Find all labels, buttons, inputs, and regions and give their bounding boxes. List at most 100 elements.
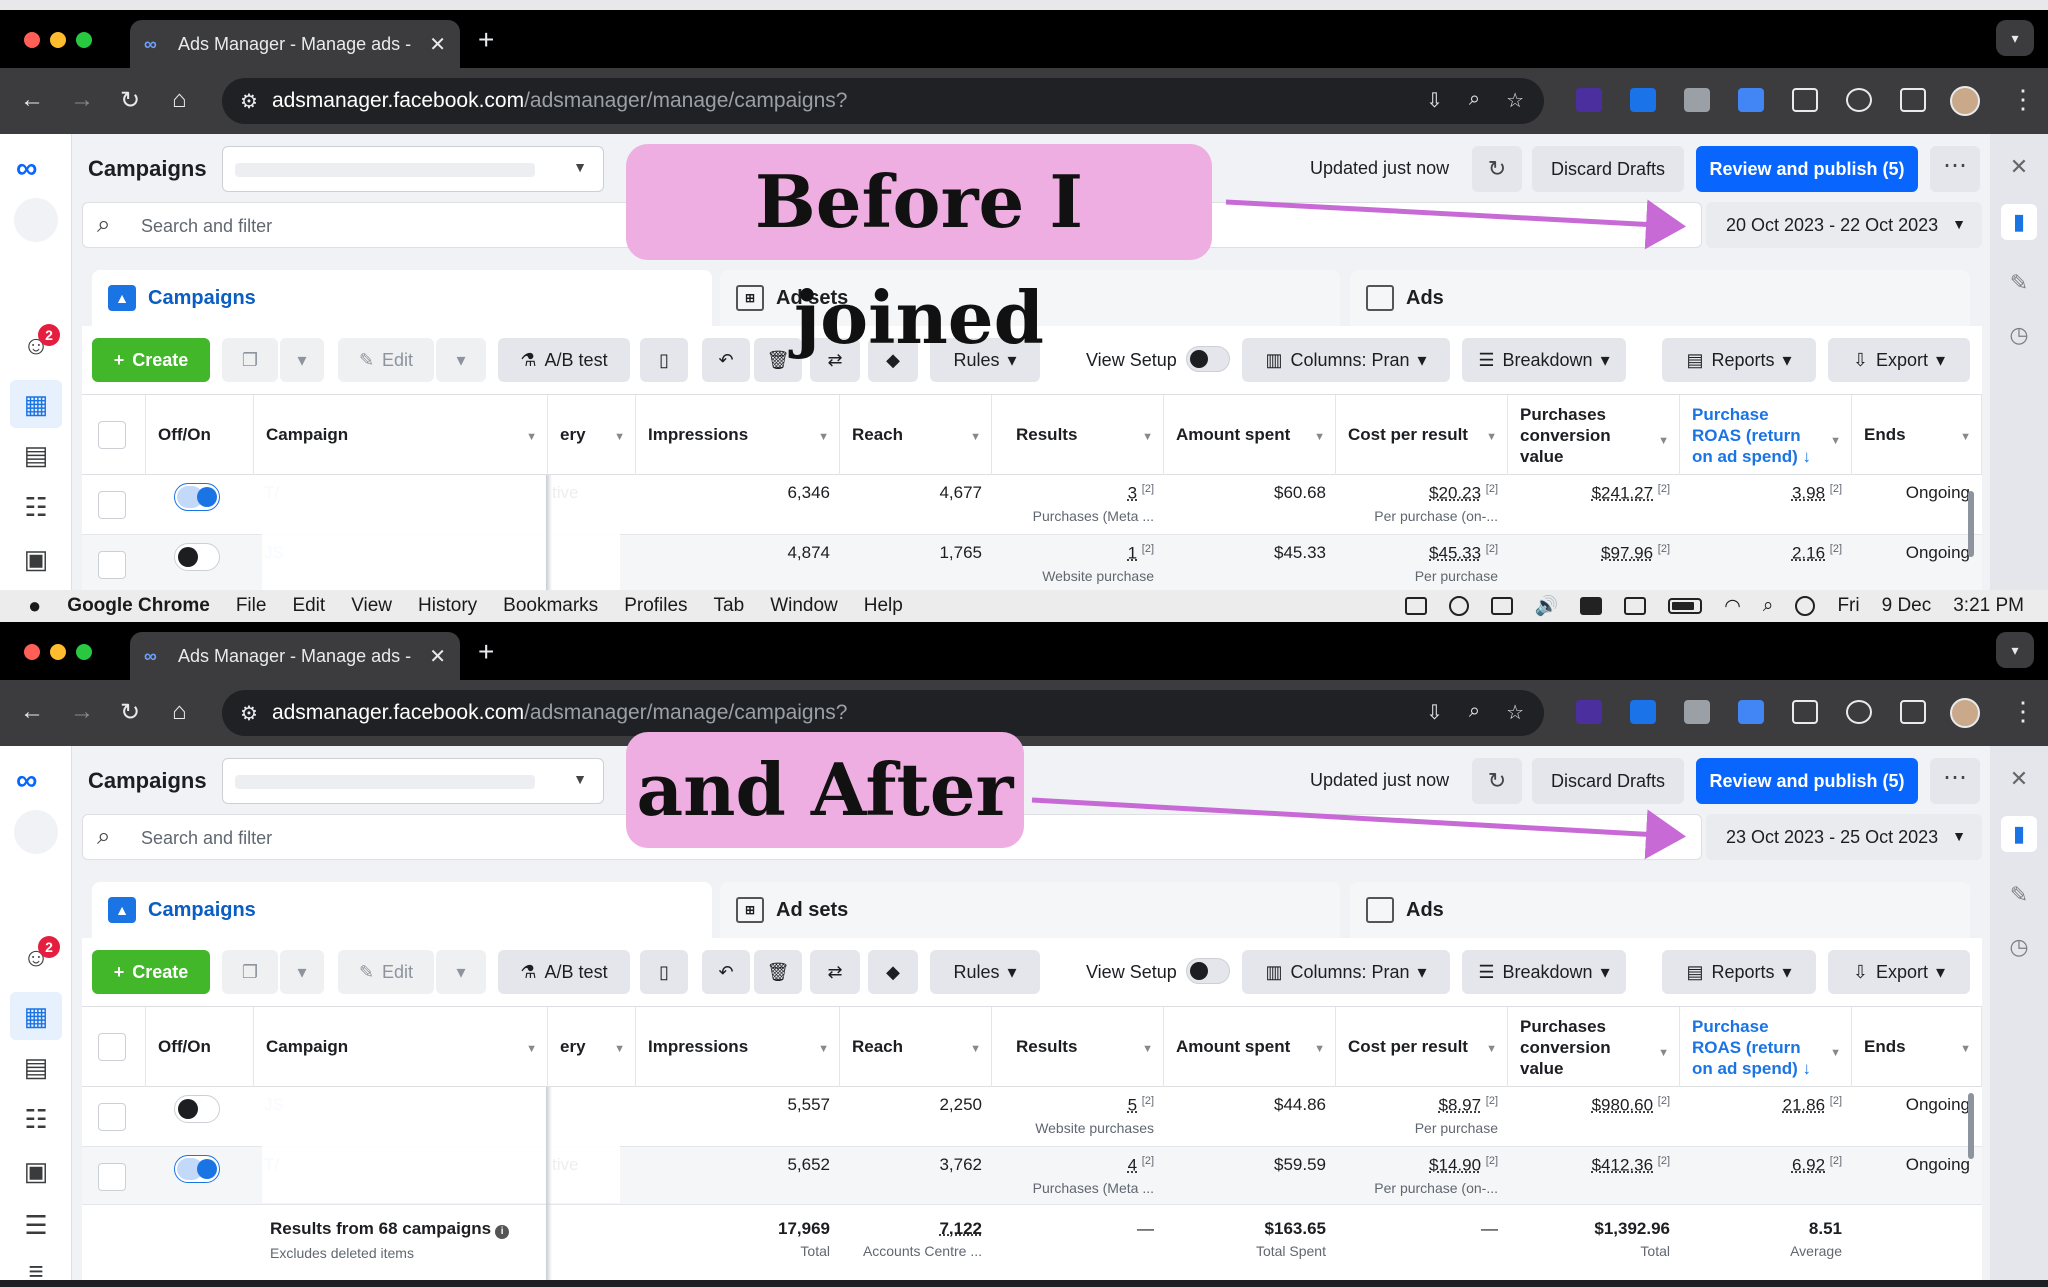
duplicate-dropdown[interactable]: ▾ [280, 950, 324, 994]
translate-icon[interactable] [1738, 700, 1764, 724]
clock-day[interactable]: Fri [1837, 595, 1859, 617]
tab-campaigns[interactable]: ▲ Campaigns [92, 270, 712, 326]
row-onoff-toggle[interactable] [174, 1095, 220, 1123]
menu-bookmarks[interactable]: Bookmarks [503, 595, 598, 617]
profile-avatar[interactable] [1950, 86, 1980, 116]
col-ends[interactable]: Ends ▼ [1852, 1007, 1982, 1087]
spotlight-icon[interactable]: ⌕ [1763, 595, 1774, 617]
export-button[interactable]: ⇩ Export ▾ [1828, 338, 1970, 382]
browser-tab[interactable]: ∞ Ads Manager - Manage ads - ✕ [130, 632, 460, 680]
chrome-menu-icon[interactable]: ⋮ [2010, 84, 2036, 115]
col-amount-spent[interactable]: Amount spent ▼ [1164, 1007, 1336, 1087]
menu-app-name[interactable]: Google Chrome [67, 595, 210, 617]
minimize-window-dot[interactable] [50, 644, 66, 660]
reports-button[interactable]: ▤ Reports ▾ [1662, 950, 1816, 994]
audiences-icon[interactable]: ☷ [18, 492, 54, 522]
duplicate-button[interactable]: ❐ [222, 338, 278, 382]
col-campaign[interactable]: Campaign ▼ [254, 395, 548, 475]
wifi-icon[interactable]: ◠ [1724, 595, 1741, 618]
screens-icon[interactable] [1490, 597, 1513, 615]
tab-search-button[interactable]: ▾ [1996, 20, 2034, 56]
edit-dropdown[interactable]: ▾ [436, 338, 486, 382]
col-delivery[interactable]: ery ▼ [548, 1007, 636, 1087]
menu-view[interactable]: View [351, 595, 392, 617]
more-options-button[interactable]: ⋯ [1930, 146, 1980, 192]
new-tab-button[interactable]: + [478, 24, 494, 56]
delete-button[interactable]: 🗑 [754, 950, 802, 994]
catalog-icon[interactable]: ☰ [18, 1210, 54, 1240]
chart-icon[interactable]: ▮ [2001, 816, 2037, 852]
col-purchase-roas[interactable]: Purchase ROAS (return on ad spend) ↓ ▼ [1680, 395, 1852, 475]
close-panel-icon[interactable]: ✕ [2006, 154, 2032, 180]
edit-dropdown[interactable]: ▾ [436, 950, 486, 994]
install-app-icon[interactable]: ⇩ [1426, 88, 1443, 113]
clipboard-button[interactable]: ▯ [640, 950, 688, 994]
extension-code-icon[interactable] [1684, 700, 1710, 724]
maximize-window-dot[interactable] [76, 644, 92, 660]
table-scrollbar[interactable] [1968, 1093, 1974, 1159]
discard-drafts-button[interactable]: Discard Drafts [1532, 146, 1684, 192]
address-bar[interactable]: ⚙ adsmanager.facebook.com/adsmanager/man… [222, 690, 1544, 736]
home-icon[interactable]: ⌂ [172, 698, 187, 726]
col-reach[interactable]: Reach ▼ [840, 1007, 992, 1087]
display-icon[interactable] [1624, 597, 1647, 615]
menu-window[interactable]: Window [770, 595, 838, 617]
row-onoff-toggle[interactable] [174, 1155, 220, 1183]
row-checkbox[interactable] [98, 1103, 126, 1131]
history-clock-icon[interactable]: ◷ [2006, 322, 2032, 348]
account-avatar[interactable] [14, 198, 58, 242]
select-all-checkbox[interactable] [98, 421, 126, 449]
bookmark-star-icon[interactable]: ☆ [1506, 88, 1524, 113]
extension-purple-icon[interactable] [1576, 700, 1602, 724]
tab-search-button[interactable]: ▾ [1996, 632, 2034, 668]
menu-edit[interactable]: Edit [292, 595, 325, 617]
date-range-picker[interactable]: 20 Oct 2023 - 22 Oct 2023 ▼ [1706, 202, 1982, 248]
col-ends[interactable]: Ends ▼ [1852, 395, 1982, 475]
review-publish-button[interactable]: Review and publish (5) [1696, 758, 1918, 804]
row-onoff-toggle[interactable] [174, 543, 220, 571]
col-purchases-conversion-value[interactable]: Purchases conversion value ▼ [1508, 395, 1680, 475]
clipboard-button[interactable]: ▯ [640, 338, 688, 382]
pages-icon[interactable]: ▤ [18, 1052, 54, 1082]
reload-icon[interactable]: ↻ [120, 698, 140, 727]
menu-profiles[interactable]: Profiles [624, 595, 687, 617]
undo-button[interactable]: ↶ [702, 950, 750, 994]
row-checkbox[interactable] [98, 491, 126, 519]
info-icon[interactable]: i [495, 1225, 510, 1239]
col-offon[interactable]: Off/On [146, 395, 254, 475]
extensions-puzzle-icon[interactable] [1792, 88, 1818, 112]
minimize-window-dot[interactable] [50, 32, 66, 48]
date-range-picker[interactable]: 23 Oct 2023 - 25 Oct 2023 ▼ [1706, 814, 1982, 860]
install-app-icon[interactable]: ⇩ [1426, 700, 1443, 725]
extension-purple-icon[interactable] [1576, 88, 1602, 112]
tab-ad-sets[interactable]: ⊞ Ad sets [720, 882, 1340, 938]
view-setup-toggle[interactable] [1186, 958, 1230, 984]
col-amount-spent[interactable]: Amount spent ▼ [1164, 395, 1336, 475]
extension-blue-icon[interactable] [1630, 700, 1656, 724]
play-icon[interactable] [1448, 596, 1469, 616]
account-selector[interactable]: ▼ [222, 146, 604, 192]
col-results[interactable]: Results ▼ [992, 1007, 1164, 1087]
extension-leaf-icon[interactable] [1846, 700, 1872, 724]
translate-icon[interactable] [1738, 88, 1764, 112]
discard-drafts-button[interactable]: Discard Drafts [1532, 758, 1684, 804]
side-panel-icon[interactable] [1900, 88, 1926, 112]
columns-button[interactable]: ▥ Columns: Pran ▾ [1242, 338, 1450, 382]
clock-date[interactable]: 9 Dec [1882, 595, 1932, 617]
campaigns-table-icon[interactable]: ▦ [10, 380, 62, 428]
bookmark-star-icon[interactable]: ☆ [1506, 700, 1524, 725]
table-scrollbar[interactable] [1968, 491, 1974, 557]
create-button[interactable]: + Create [92, 338, 210, 382]
tab-ads[interactable]: Ads [1350, 882, 1970, 938]
billing-icon[interactable]: ▣ [18, 1156, 54, 1186]
chart-icon[interactable]: ▮ [2001, 204, 2037, 240]
tab-ads[interactable]: Ads [1350, 270, 1970, 326]
forward-icon[interactable]: → [70, 698, 94, 726]
edit-button[interactable]: ✎ Edit [338, 950, 434, 994]
campaigns-table-icon[interactable]: ▦ [10, 992, 62, 1040]
refresh-button[interactable]: ↻ [1472, 146, 1522, 192]
drive-icon[interactable] [1404, 597, 1427, 615]
edit-pencil-icon[interactable]: ✎ [2006, 270, 2032, 296]
zoom-icon[interactable]: ⌕ [1469, 700, 1480, 725]
menu-file[interactable]: File [236, 595, 267, 617]
